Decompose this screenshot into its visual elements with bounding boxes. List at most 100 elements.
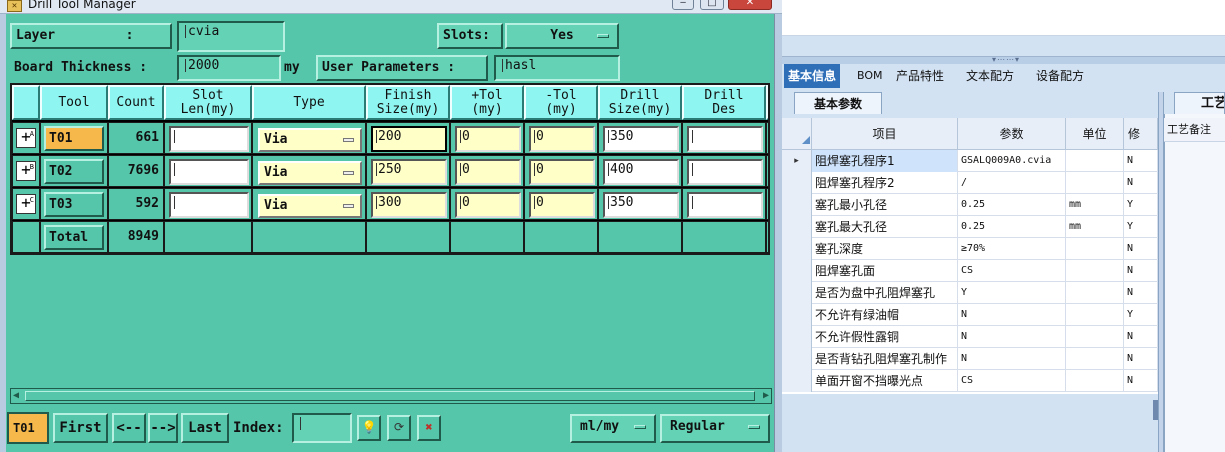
col-header-drill-des[interactable]: Drill Des (682, 85, 766, 120)
tab-text-recipe[interactable]: 文本配方 (962, 64, 1018, 88)
drill-des-input[interactable] (687, 192, 763, 218)
ptol-input[interactable]: 0 (455, 126, 521, 152)
params-cell-param[interactable]: N (958, 326, 1066, 348)
mtol-input[interactable]: 0 (529, 192, 595, 218)
last-button[interactable]: Last (181, 413, 229, 443)
tab-equipment-recipe[interactable]: 设备配方 (1032, 64, 1088, 88)
params-cell-item[interactable]: 是否背钻孔阻焊塞孔制作 (812, 348, 958, 370)
params-cell-mod[interactable]: Y (1124, 194, 1158, 216)
params-cell-unit[interactable]: mm (1066, 194, 1124, 216)
params-cell-param[interactable]: 0.25 (958, 194, 1066, 216)
params-cell-unit[interactable] (1066, 326, 1124, 348)
scroll-thumb[interactable] (25, 391, 755, 401)
tool-button[interactable]: T01 (44, 126, 104, 151)
params-cell-mod[interactable]: N (1124, 172, 1158, 194)
params-cell-mod[interactable]: N (1124, 260, 1158, 282)
params-cell-item[interactable]: 阻焊塞孔程序1 (812, 150, 958, 172)
col-header-minus-tol[interactable]: -Tol (my) (524, 85, 598, 120)
subtab-basic-params[interactable]: 基本参数 (794, 92, 882, 114)
mtol-input[interactable]: 0 (529, 126, 595, 152)
params-cell-param[interactable]: N (958, 348, 1066, 370)
layer-field[interactable]: cvia (177, 21, 285, 52)
type-dropdown[interactable]: Via (258, 161, 362, 185)
params-cell-item[interactable]: 不允许假性露铜 (812, 326, 958, 348)
horizontal-scrollbar[interactable]: ◀ ▶ (10, 388, 772, 404)
next-button[interactable]: --> (148, 413, 178, 443)
ptol-input[interactable]: 0 (455, 192, 521, 218)
params-row[interactable]: 塞孔深度 ≥70% N (782, 238, 1158, 260)
params-cell-item[interactable]: 塞孔最大孔径 (812, 216, 958, 238)
col-header-tool[interactable]: Tool (40, 85, 108, 120)
drill-input[interactable]: 350 (603, 126, 679, 152)
params-cell-item[interactable]: 单面开窗不挡曝光点 (812, 370, 958, 392)
tab-product-features[interactable]: 产品特性 (892, 64, 948, 88)
expand-row-icon[interactable]: + B (16, 161, 36, 181)
slots-dropdown[interactable]: Yes (505, 23, 619, 49)
index-field[interactable] (292, 413, 352, 443)
title-bar[interactable]: ✕ Drill Tool Manager ‒ □ ✕ (0, 0, 782, 14)
params-header-unit[interactable]: 单位 (1066, 118, 1124, 150)
params-cell-unit[interactable] (1066, 348, 1124, 370)
params-cell-unit[interactable]: mm (1066, 216, 1124, 238)
params-cell-mod[interactable]: N (1124, 238, 1158, 260)
params-cell-unit[interactable] (1066, 304, 1124, 326)
params-cell-mod[interactable]: Y (1124, 304, 1158, 326)
user-parameters-field[interactable]: hasl (494, 55, 620, 81)
slot-len-input[interactable] (169, 192, 249, 218)
params-row[interactable]: 是否为盘中孔阻焊塞孔 Y N (782, 282, 1158, 304)
params-cell-item[interactable]: 阻焊塞孔程序2 (812, 172, 958, 194)
tab-bom[interactable]: BOM (853, 64, 887, 88)
params-header-mod[interactable]: 修 (1124, 118, 1158, 150)
params-row[interactable]: 单面开窗不挡曝光点 CS N (782, 370, 1158, 392)
total-button[interactable]: Total (44, 225, 104, 250)
units-dropdown[interactable]: ml/my (570, 414, 656, 443)
params-scrollbar-thumb[interactable] (1153, 400, 1158, 420)
expand-row-icon[interactable]: + A (16, 128, 36, 148)
params-cell-param[interactable]: CS (958, 370, 1066, 392)
col-header-slot-len[interactable]: Slot Len(my) (164, 85, 252, 120)
params-row[interactable]: ▸ 阻焊塞孔程序1 GSALQ009A0.cvia N (782, 150, 1158, 172)
subtab-process[interactable]: 工艺 (1174, 92, 1225, 114)
params-cell-mod[interactable]: N (1124, 326, 1158, 348)
params-cell-item[interactable]: 塞孔深度 (812, 238, 958, 260)
tool-button[interactable]: T03 (44, 192, 104, 217)
params-cell-unit[interactable] (1066, 260, 1124, 282)
scroll-left-icon[interactable]: ◀ (13, 390, 19, 401)
params-row[interactable]: 塞孔最小孔径 0.25 mm Y (782, 194, 1158, 216)
drill-des-input[interactable] (687, 159, 763, 185)
params-header-param[interactable]: 参数 (958, 118, 1066, 150)
finish-input[interactable]: 300 (371, 192, 447, 218)
params-row[interactable]: 阻焊塞孔面 CS N (782, 260, 1158, 282)
tool-button[interactable]: T02 (44, 159, 104, 184)
params-cell-mod[interactable]: N (1124, 282, 1158, 304)
col-header-drill-size[interactable]: Drill Size(my) (598, 85, 682, 120)
slot-len-input[interactable] (169, 159, 249, 185)
lightbulb-icon[interactable]: 💡 (357, 415, 381, 441)
params-cell-param[interactable]: Y (958, 282, 1066, 304)
params-cell-mod[interactable]: N (1124, 348, 1158, 370)
params-row[interactable]: 不允许有绿油帽 N Y (782, 304, 1158, 326)
type-dropdown[interactable]: Via (258, 194, 362, 218)
params-cell-param[interactable]: N (958, 304, 1066, 326)
board-thickness-field[interactable]: 2000 (177, 55, 281, 81)
params-cell-mod[interactable]: N (1124, 370, 1158, 392)
maximize-button[interactable]: □ (700, 0, 724, 10)
params-cell-unit[interactable] (1066, 370, 1124, 392)
params-cell-param[interactable]: 0.25 (958, 216, 1066, 238)
mode-dropdown[interactable]: Regular (660, 414, 770, 443)
params-cell-unit[interactable] (1066, 282, 1124, 304)
params-row[interactable]: 是否背钻孔阻焊塞孔制作 N N (782, 348, 1158, 370)
drill-input[interactable]: 400 (603, 159, 679, 185)
params-cell-item[interactable]: 塞孔最小孔径 (812, 194, 958, 216)
refresh-icon[interactable]: ⟳ (387, 415, 411, 441)
params-cell-unit[interactable] (1066, 150, 1124, 172)
col-header-type[interactable]: Type (252, 85, 366, 120)
params-cell-mod[interactable]: Y (1124, 216, 1158, 238)
slot-len-input[interactable] (169, 126, 249, 152)
drill-des-input[interactable] (687, 126, 763, 152)
col-header-finish-size[interactable]: Finish Size(my) (366, 85, 450, 120)
minimize-button[interactable]: ‒ (672, 0, 694, 10)
col-header-plus-tol[interactable]: +Tol (my) (450, 85, 524, 120)
params-row[interactable]: 塞孔最大孔径 0.25 mm Y (782, 216, 1158, 238)
close-button[interactable]: ✕ (728, 0, 772, 10)
